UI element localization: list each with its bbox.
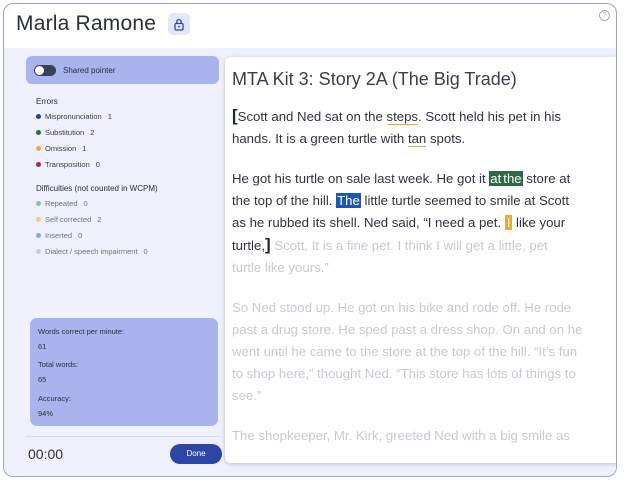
passage-line: the top of the hill. The little turtle s… (232, 190, 616, 212)
word-run[interactable]: hands. It is a green turtle with (232, 131, 408, 146)
error-count: 1 (107, 112, 112, 121)
word-run[interactable]: the top of the hill. (232, 193, 336, 208)
total-words-label: Total words: (38, 360, 79, 369)
difficulty-label: Inserted (45, 231, 73, 240)
accuracy-value: 94% (38, 409, 54, 418)
error-item-transposition: Transposition 0 (36, 160, 100, 169)
word-at[interactable]: at (489, 171, 503, 186)
header: Marla Ramone (16, 12, 191, 36)
total-words-value: 65 (38, 375, 47, 384)
word-run[interactable]: store at (523, 171, 570, 186)
word-run[interactable]: like your (512, 215, 565, 230)
passage-line[interactable]: see.” (232, 385, 616, 407)
word-run[interactable]: as he rubbed its shell. Ned said, “I nee… (232, 215, 505, 230)
difficulty-item-self-corrected: Self corrected 2 (36, 215, 101, 224)
accuracy-label: Accuracy: (38, 394, 71, 403)
paragraph-3: So Ned stood up. He got on his bike and … (232, 297, 616, 407)
passage-line[interactable]: So Ned stood up. He got on his bike and … (232, 297, 616, 319)
shared-pointer-toggle[interactable] (34, 64, 56, 76)
transposition-dot (36, 162, 41, 167)
mispronunciation-dot (36, 114, 41, 119)
difficulty-item-dialect: Dialect / speech impairment 0 (36, 247, 148, 256)
difficulty-item-inserted: Inserted 0 (36, 231, 82, 240)
error-label: Substitution (45, 128, 85, 137)
app-window: Marla Ramone ? Shared pointer Errors Mis… (3, 3, 617, 477)
toggle-knob (35, 65, 44, 75)
passage-line: turtle,] Scott. It is a fine pet. I thin… (232, 234, 616, 257)
word-run[interactable]: Scott. It is a fine pet. I think I will … (271, 238, 547, 253)
error-label: Omission (45, 144, 77, 153)
word-run[interactable]: little turtle seemed to smile at Scott (361, 193, 570, 208)
difficulty-count: 0 (78, 231, 83, 240)
paragraph-1: [Scott and Ned sat on the steps. Scott h… (232, 105, 616, 150)
passage-line[interactable]: to shop here,” thought Ned. “This store … (232, 363, 616, 385)
student-name: Marla Ramone (16, 12, 157, 35)
difficulty-label: Repeated (45, 199, 78, 208)
wcpm-value: 61 (38, 342, 47, 351)
inserted-dot (36, 233, 41, 238)
difficulty-count: 0 (143, 247, 148, 256)
word-run[interactable]: . Scott held his pet in his (418, 109, 561, 124)
word-the-mispronounced[interactable]: The (336, 193, 361, 208)
error-item-substitution: Substitution 2 (36, 128, 94, 137)
help-icon[interactable]: ? (599, 10, 610, 21)
paragraph-2: He got his turtle on sale last week. He … (232, 168, 616, 279)
passage-line[interactable]: went until he came to the store at the t… (232, 341, 616, 363)
dialect-dot (36, 249, 41, 254)
error-count: 2 (90, 128, 95, 137)
stats-card: Words correct per minute: 61 Total words… (30, 318, 218, 426)
passage-panel: MTA Kit 3: Story 2A (The Big Trade) [Sco… (225, 57, 616, 463)
paragraph-4: The shopkeeper, Mr. Kirk, greeted Ned wi… (232, 425, 616, 447)
passage-title: MTA Kit 3: Story 2A (The Big Trade) (232, 69, 517, 89)
error-count: 1 (82, 144, 87, 153)
done-button[interactable]: Done (170, 444, 222, 464)
word-run[interactable]: Scott and Ned sat on the (238, 109, 387, 124)
difficulty-label: Self corrected (45, 215, 92, 224)
passage-line: [Scott and Ned sat on the steps. Scott h… (232, 105, 616, 128)
errors-title: Errors (36, 97, 58, 106)
sidebar: Shared pointer Errors Mispronunciation 1 … (26, 56, 222, 472)
wcpm-label: Words correct per minute: (38, 327, 125, 336)
word-run[interactable]: turtle, (232, 238, 265, 253)
word-run[interactable]: He got his turtle on sale last week. He … (232, 171, 489, 186)
word-steps[interactable]: steps (386, 109, 419, 125)
difficulty-count: 0 (83, 199, 88, 208)
error-count: 0 (95, 160, 100, 169)
omission-dot (36, 146, 41, 151)
repeated-dot (36, 201, 41, 206)
shared-pointer-card: Shared pointer (26, 56, 219, 84)
self-corrected-dot (36, 217, 41, 222)
passage-line: hands. It is a green turtle with tan spo… (232, 128, 616, 150)
passage-line: as he rubbed its shell. Ned said, “I nee… (232, 212, 616, 234)
shared-pointer-label: Shared pointer (63, 65, 116, 75)
word-the[interactable]: the (502, 171, 523, 186)
passage-line[interactable]: past a drug store. He sped past a dress … (232, 319, 616, 341)
passage-text: [Scott and Ned sat on the steps. Scott h… (232, 105, 616, 463)
sidebar-divider (26, 436, 219, 437)
lock-icon[interactable] (168, 13, 191, 35)
difficulty-label: Dialect / speech impairment (45, 247, 138, 256)
difficulty-item-repeated: Repeated 0 (36, 199, 88, 208)
difficulties-title: Difficulties (not counted in WCPM) (36, 184, 158, 193)
error-label: Transposition (45, 160, 90, 169)
word-run[interactable]: spots. (426, 131, 465, 146)
timer: 00:00 (28, 446, 64, 462)
passage-line: He got his turtle on sale last week. He … (232, 168, 616, 190)
difficulty-count: 2 (97, 215, 102, 224)
passage-line[interactable]: The shopkeeper, Mr. Kirk, greeted Ned wi… (232, 425, 616, 447)
error-item-omission: Omission 1 (36, 144, 86, 153)
error-item-mispronunciation: Mispronunciation 1 (36, 112, 112, 121)
passage-line[interactable]: turtle like yours.” (232, 257, 616, 279)
error-label: Mispronunciation (45, 112, 102, 121)
word-tan[interactable]: tan (407, 131, 427, 147)
substitution-dot (36, 130, 41, 135)
